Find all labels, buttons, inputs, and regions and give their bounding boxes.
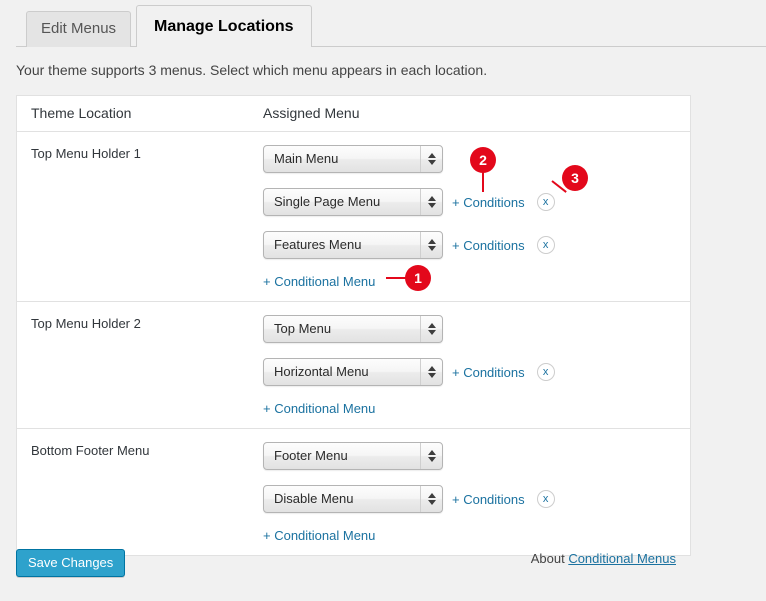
menu-select-value: Single Page Menu (264, 189, 424, 215)
save-changes-button[interactable]: Save Changes (16, 549, 125, 577)
annotation-marker-2: 2 (470, 147, 496, 173)
table-row: Top Menu Holder 1 Main Menu Single Page … (17, 132, 690, 302)
stepper-arrows-icon (420, 359, 442, 385)
menu-select[interactable]: Single Page Menu (263, 188, 443, 216)
annotation-marker-3: 3 (562, 165, 588, 191)
annotation-marker-1: 1 (405, 265, 431, 291)
assigned-menu-list: Top Menu Horizontal Menu + Conditions x … (263, 314, 690, 416)
assigned-menu-line: Disable Menu + Conditions x (263, 484, 690, 514)
menu-select-value: Main Menu (264, 146, 424, 172)
stepper-arrows-icon (420, 189, 442, 215)
column-header-theme-location: Theme Location (31, 105, 131, 121)
table-row: Top Menu Holder 2 Top Menu Horizontal Me… (17, 302, 690, 429)
menu-select-value: Horizontal Menu (264, 359, 424, 385)
assigned-menu-line: Top Menu (263, 314, 690, 344)
stepper-arrows-icon (420, 486, 442, 512)
menu-select-value: Features Menu (264, 232, 424, 258)
assigned-menu-line: Horizontal Menu + Conditions x (263, 357, 690, 387)
remove-menu-button[interactable]: x (537, 236, 555, 254)
menu-select[interactable]: Main Menu (263, 145, 443, 173)
menu-select-value: Disable Menu (264, 486, 424, 512)
add-conditional-menu-link[interactable]: + Conditional Menu (263, 274, 375, 289)
page-description: Your theme supports 3 menus. Select whic… (16, 62, 487, 78)
menu-select-value: Top Menu (264, 316, 424, 342)
menu-select[interactable]: Horizontal Menu (263, 358, 443, 386)
theme-location-label: Top Menu Holder 1 (31, 146, 141, 161)
theme-location-label: Bottom Footer Menu (31, 443, 150, 458)
column-header-assigned-menu: Assigned Menu (263, 105, 360, 121)
stepper-arrows-icon (420, 146, 442, 172)
menu-select-value: Footer Menu (264, 443, 424, 469)
conditions-link[interactable]: + Conditions (452, 195, 525, 210)
remove-menu-button[interactable]: x (537, 193, 555, 211)
assigned-menu-list: Footer Menu Disable Menu + Conditions x … (263, 441, 690, 543)
stepper-arrows-icon (420, 443, 442, 469)
annotation-leader-2 (482, 170, 484, 192)
remove-menu-button[interactable]: x (537, 490, 555, 508)
remove-menu-button[interactable]: x (537, 363, 555, 381)
theme-locations-table: Theme Location Assigned Menu Top Menu Ho… (16, 95, 691, 556)
table-header-row: Theme Location Assigned Menu (17, 96, 690, 132)
tab-bar: Edit Menus Manage Locations (0, 0, 766, 47)
tab-manage-locations[interactable]: Manage Locations (136, 5, 312, 47)
about-prefix: About (531, 551, 565, 566)
add-conditional-menu-link[interactable]: + Conditional Menu (263, 401, 375, 416)
conditional-menus-link[interactable]: Conditional Menus (568, 551, 676, 566)
menu-select[interactable]: Disable Menu (263, 485, 443, 513)
table-row: Bottom Footer Menu Footer Menu Disable M… (17, 429, 690, 555)
menu-select[interactable]: Footer Menu (263, 442, 443, 470)
theme-location-label: Top Menu Holder 2 (31, 316, 141, 331)
stepper-arrows-icon (420, 316, 442, 342)
menu-select[interactable]: Features Menu (263, 231, 443, 259)
add-conditional-menu-link[interactable]: + Conditional Menu (263, 528, 375, 543)
assigned-menu-line: Features Menu + Conditions x (263, 230, 690, 260)
conditions-link[interactable]: + Conditions (452, 238, 525, 253)
assigned-menu-line: Footer Menu (263, 441, 690, 471)
about-text: About Conditional Menus (531, 551, 676, 566)
assigned-menu-line: Single Page Menu + Conditions x (263, 187, 690, 217)
stepper-arrows-icon (420, 232, 442, 258)
menu-select[interactable]: Top Menu (263, 315, 443, 343)
conditions-link[interactable]: + Conditions (452, 365, 525, 380)
conditions-link[interactable]: + Conditions (452, 492, 525, 507)
tab-edit-menus[interactable]: Edit Menus (26, 11, 131, 47)
